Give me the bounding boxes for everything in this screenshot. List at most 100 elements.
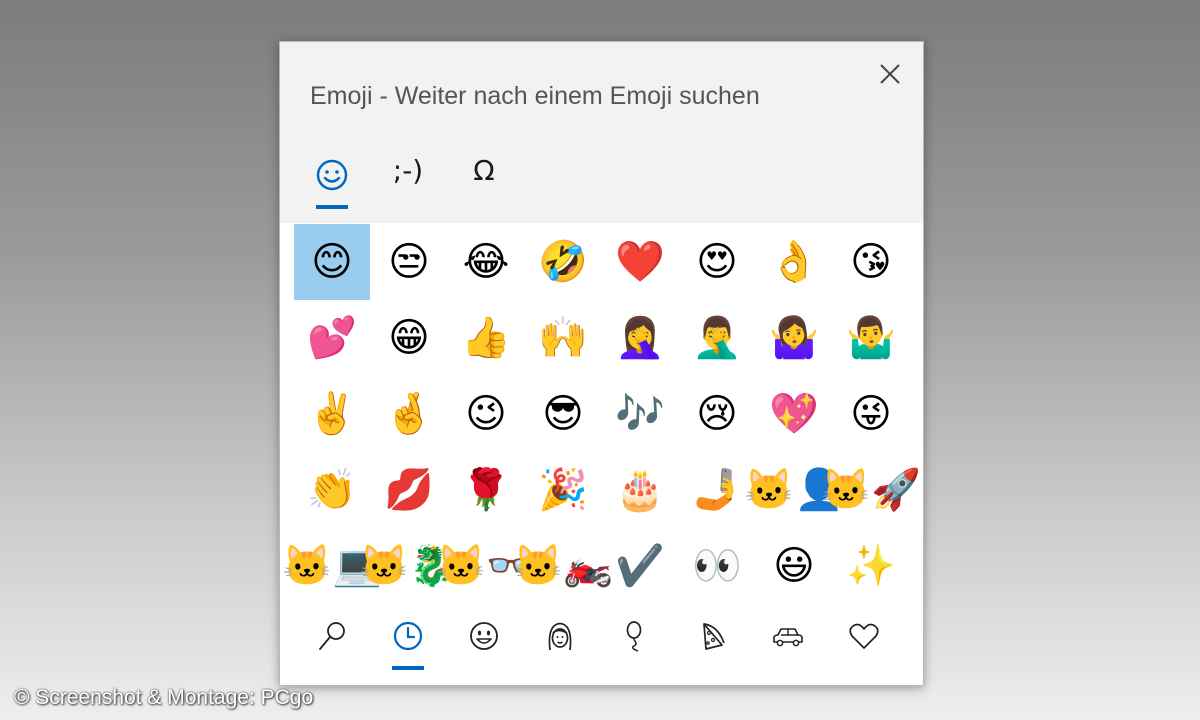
pizza-icon [703,623,725,650]
emoji-cell[interactable]: 😉 [448,376,524,452]
emoji-glyph: 🤷‍♀️ [769,315,819,361]
emoji-glyph: ✨ [846,543,896,589]
emoji-glyph: 🙌 [538,315,588,361]
emoji-cell[interactable]: 🐱‍🏍 [513,528,613,604]
emoji-cell[interactable]: 😎 [525,376,601,452]
tab-emoji[interactable] [307,149,357,209]
emoji-cell[interactable]: 🎶 [602,376,678,452]
search-icon [319,622,345,650]
image-credit: © Screenshot & Montage: PCgo [14,686,314,709]
emoji-glyph: 😁 [388,315,430,361]
emoji-glyph: ❤️ [615,239,665,285]
emoji-glyph: 🤞 [384,391,434,437]
emoji-cell[interactable]: 🐱‍🚀 [821,452,921,528]
category-travel[interactable] [750,607,826,665]
emoji-cell[interactable]: ✔️ [602,528,678,604]
emoji-cell[interactable]: 👀 [679,528,755,604]
emoji-glyph: 💖 [769,391,819,437]
emoji-glyph: 🤳 [692,467,742,513]
emoji-glyph: ✌️ [307,391,357,437]
category-symbols[interactable] [826,607,902,665]
emoji-glyph: 💕 [307,315,357,361]
car-icon [773,628,803,647]
tab-kaomoji-label: ;-) [392,154,424,187]
emoji-cell[interactable]: 👏 [294,452,370,528]
heart-icon [849,623,879,649]
emoji-glyph: 🎶 [615,391,665,437]
emoji-glyph: 😘 [850,239,892,285]
emoji-glyph: 👀 [692,543,742,589]
emoji-glyph: 🎉 [538,467,588,513]
emoji-cell[interactable]: 🎉 [525,452,601,528]
emoji-glyph: 🌹 [461,467,511,513]
emoji-glyph: 😜 [850,391,892,437]
emoji-cell[interactable]: ❤️ [602,224,678,300]
emoji-glyph: 😂 [462,239,510,285]
emoji-glyph: 😃 [773,543,815,589]
emoji-cell[interactable]: 😒 [371,224,447,300]
active-tab-indicator [316,205,348,209]
emoji-glyph: 👌 [769,239,819,285]
emoji-glyph: 🤦‍♂️ [692,315,742,361]
emoji-glyph: 🤷‍♂️ [846,315,896,361]
emoji-cell-selected[interactable]: 😊 [294,224,370,300]
emoji-cell[interactable]: 🌹 [448,452,524,528]
category-celebration[interactable] [598,607,674,665]
emoji-glyph: 😎 [542,391,584,437]
emoji-glyph: 😉 [465,391,507,437]
emoji-glyph: 🤦‍♀️ [615,315,665,361]
close-button[interactable] [872,56,908,92]
emoji-glyph: 😍 [696,239,738,285]
tab-symbols[interactable]: Ω [459,149,509,209]
tab-kaomoji[interactable]: ;-) [383,149,433,209]
emoji-cell[interactable]: 😍 [679,224,755,300]
emoji-cell[interactable]: 😜 [833,376,909,452]
emoji-glyph: 🤣 [538,239,588,285]
emoji-cell[interactable]: 💋 [371,452,447,528]
emoji-cell[interactable]: 🤦‍♀️ [602,300,678,376]
emoji-cell[interactable]: 😂 [448,224,524,300]
smiley-outline-icon [470,622,498,650]
emoji-cell[interactable]: 😃 [756,528,832,604]
emoji-cell[interactable]: 😁 [371,300,447,376]
emoji-cell[interactable]: 😘 [833,224,909,300]
emoji-cell[interactable]: 🙌 [525,300,601,376]
emoji-cell[interactable]: 😢 [679,376,755,452]
emoji-cell[interactable]: 🎂 [602,452,678,528]
tab-symbols-label: Ω [473,154,495,187]
category-people[interactable] [522,607,598,665]
emoji-glyph: 🐱‍🏍 [513,543,613,589]
emoji-cell[interactable]: 🤦‍♂️ [679,300,755,376]
emoji-glyph: 😒 [388,239,430,285]
category-bar [294,607,910,685]
category-smileys[interactable] [446,607,522,665]
picker-title: Emoji - Weiter nach einem Emoji suchen [310,82,760,110]
category-recent[interactable] [370,607,446,665]
emoji-glyph: 😊 [311,239,353,285]
active-category-indicator [392,666,424,670]
picker-header: Emoji - Weiter nach einem Emoji suchen ;… [280,42,923,223]
person-icon [548,622,572,651]
emoji-glyph: 🎂 [615,467,665,513]
emoji-glyph: 😢 [696,391,738,437]
emoji-grid: 😊 😒 😂 🤣 ❤️ 😍 👌 😘 💕 😁 👍 🙌 🤦‍♀️ 🤦‍♂️ 🤷‍♀️ 🤷‍♂️ ✌️ 🤞 😉 😎 🎶 😢 💖 😜 👏 💋… [282,224,921,604]
emoji-cell[interactable]: 👌 [756,224,832,300]
emoji-glyph: 👍 [461,315,511,361]
emoji-glyph: 🐱‍🚀 [821,467,921,513]
emoji-picker-panel: Emoji - Weiter nach einem Emoji suchen ;… [279,41,924,686]
emoji-glyph: ✔️ [615,543,665,589]
emoji-cell[interactable]: 💕 [294,300,370,376]
emoji-glyph: 👏 [307,467,357,513]
category-food[interactable] [674,607,750,665]
emoji-cell[interactable]: 👍 [448,300,524,376]
emoji-cell[interactable]: 💖 [756,376,832,452]
emoji-cell[interactable]: 🤷‍♀️ [756,300,832,376]
category-search[interactable] [294,607,370,665]
emoji-cell[interactable]: ✨ [833,528,909,604]
balloon-icon [626,621,642,652]
emoji-cell[interactable]: 🤣 [525,224,601,300]
clock-icon [393,621,423,651]
emoji-cell[interactable]: ✌️ [294,376,370,452]
emoji-cell[interactable]: 🤞 [371,376,447,452]
emoji-cell[interactable]: 🤷‍♂️ [833,300,909,376]
